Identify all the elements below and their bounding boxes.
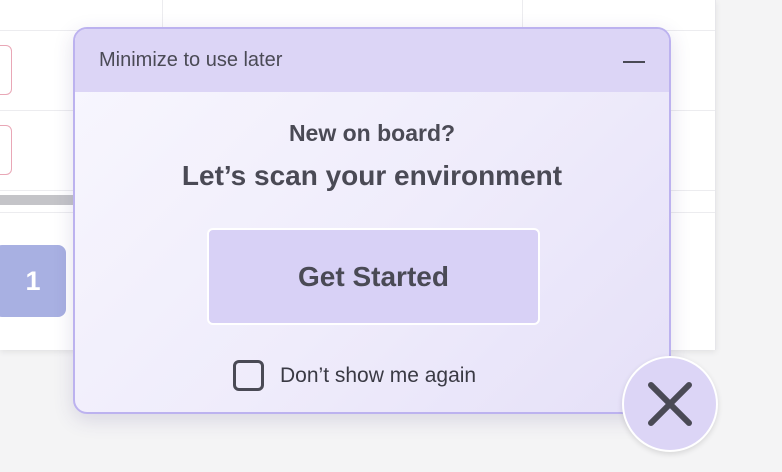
row-checkbox[interactable] [0, 125, 12, 175]
popup-header-title: Minimize to use later [99, 49, 283, 71]
get-started-button[interactable]: Get Started [207, 228, 540, 325]
minimize-icon[interactable] [623, 60, 645, 63]
dont-show-again-label: Don’t show me again [280, 363, 477, 387]
onboarding-popup: Minimize to use later New on board? Let’… [73, 27, 671, 414]
row-checkbox[interactable] [0, 45, 12, 95]
horizontal-scrollbar[interactable] [0, 195, 80, 205]
pagination-page-button[interactable]: 1 [0, 245, 66, 317]
popup-header[interactable]: Minimize to use later [75, 29, 669, 92]
stage: 1 Minimize to use later New on board? Le… [0, 0, 782, 472]
dont-show-again-checkbox[interactable] [233, 360, 264, 391]
close-icon [648, 382, 692, 426]
dont-show-again-option[interactable]: Don’t show me again [233, 360, 476, 391]
popup-heading: New on board? [288, 120, 456, 146]
close-button[interactable] [622, 356, 718, 452]
popup-subheading: Let’s scan your environment [181, 160, 563, 191]
